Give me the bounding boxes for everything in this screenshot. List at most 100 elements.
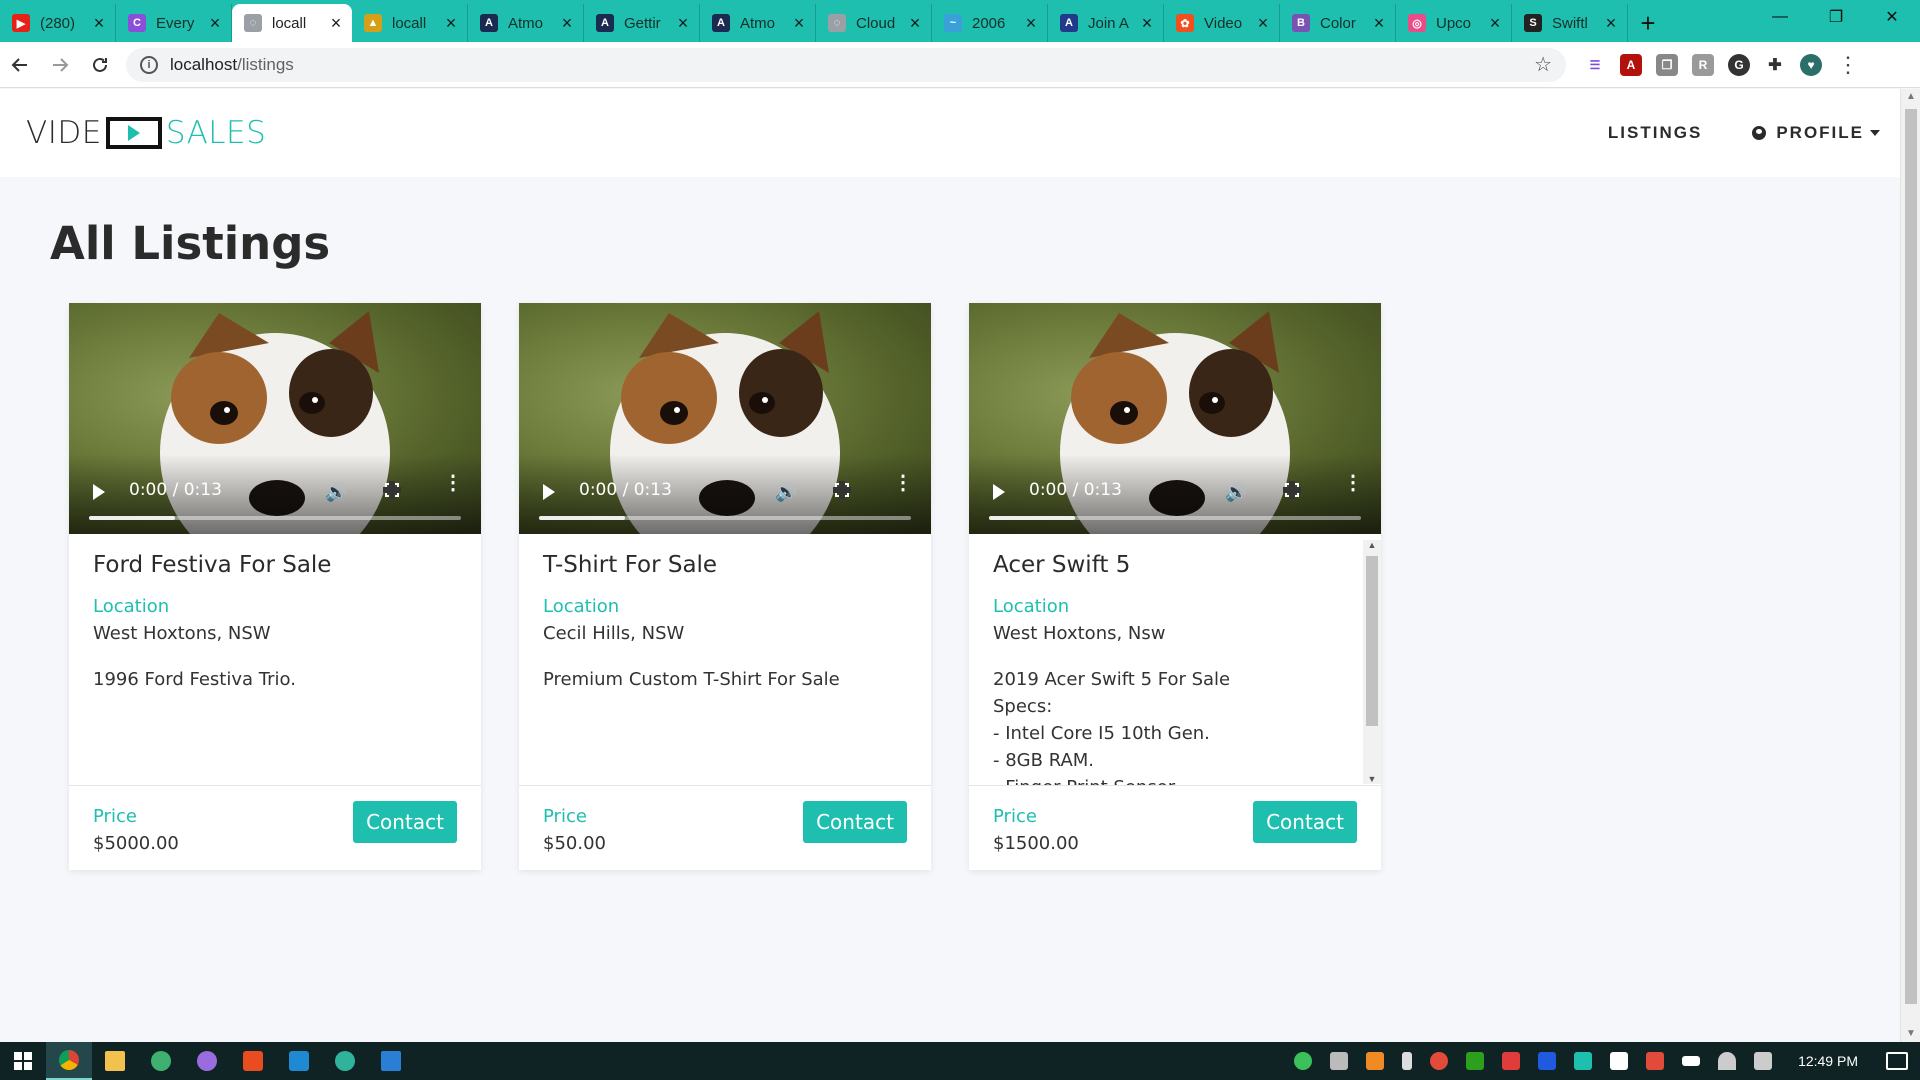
video-progress-bar[interactable]: [89, 516, 461, 520]
scroll-up-arrow-icon[interactable]: ▲: [1363, 540, 1381, 550]
taskbar-app-teal[interactable]: [322, 1042, 368, 1080]
bookmark-star-icon[interactable]: ☆: [1534, 52, 1552, 77]
close-tab-icon[interactable]: ×: [1139, 14, 1155, 32]
notification-center-icon[interactable]: [1886, 1052, 1908, 1070]
browser-tab[interactable]: ▲ locall ×: [352, 4, 468, 42]
minimize-button[interactable]: —: [1752, 0, 1808, 34]
close-tab-icon[interactable]: ×: [1487, 14, 1503, 32]
listing-video[interactable]: 0:00 / 0:13 🔊 ⋮: [69, 303, 481, 534]
menu-extension-icon[interactable]: ☰: [1584, 53, 1606, 76]
listing-video[interactable]: 0:00 / 0:13 🔊 ⋮: [519, 303, 931, 534]
close-tab-icon[interactable]: ×: [791, 14, 807, 32]
forward-button[interactable]: [40, 47, 80, 83]
close-window-button[interactable]: ✕: [1864, 0, 1920, 34]
close-tab-icon[interactable]: ×: [1255, 14, 1271, 32]
m-app-icon[interactable]: [1538, 1052, 1557, 1070]
restore-button[interactable]: ❐: [1808, 0, 1864, 34]
contact-button[interactable]: Contact: [1253, 801, 1357, 843]
start-button[interactable]: [0, 1042, 46, 1080]
browser-menu-icon[interactable]: ⋮: [1836, 53, 1860, 75]
taskbar-explorer[interactable]: [92, 1042, 138, 1080]
close-tab-icon[interactable]: ×: [207, 14, 223, 32]
play-icon[interactable]: [993, 484, 1005, 500]
r-extension-icon[interactable]: R: [1692, 53, 1714, 76]
printer-icon[interactable]: [1330, 1052, 1349, 1070]
scrollbar-thumb[interactable]: [1366, 556, 1378, 726]
site-logo[interactable]: VIDE SALES: [26, 115, 266, 151]
video-progress-bar[interactable]: [989, 516, 1361, 520]
nav-profile-dropdown[interactable]: PROFILE: [1752, 123, 1880, 143]
close-tab-icon[interactable]: ×: [1371, 14, 1387, 32]
battery-icon[interactable]: [1682, 1056, 1701, 1066]
tray-green-icon[interactable]: [1294, 1052, 1313, 1070]
scroll-down-arrow-icon[interactable]: ▼: [1901, 1026, 1920, 1042]
browser-tab[interactable]: ◎ Upco ×: [1396, 4, 1512, 42]
fullscreen-icon[interactable]: [1283, 481, 1301, 499]
nav-listings-link[interactable]: LISTINGS: [1608, 123, 1702, 143]
wifi-icon[interactable]: [1718, 1052, 1737, 1070]
volume-muted-icon[interactable]: [1754, 1052, 1773, 1070]
scroll-down-arrow-icon[interactable]: ▼: [1363, 774, 1381, 784]
taskbar-chrome[interactable]: [46, 1042, 92, 1080]
volume-icon[interactable]: 🔊: [325, 482, 347, 503]
close-tab-icon[interactable]: ×: [675, 14, 691, 32]
taskbar-app-purple[interactable]: [184, 1042, 230, 1080]
taskbar-vscode[interactable]: [276, 1042, 322, 1080]
browser-tab[interactable]: A Gettir ×: [584, 4, 700, 42]
close-tab-icon[interactable]: ×: [91, 14, 107, 32]
close-tab-icon[interactable]: ×: [1023, 14, 1039, 32]
taskbar-clock[interactable]: 12:49 PM: [1798, 1053, 1858, 1069]
more-options-icon[interactable]: ⋮: [1343, 473, 1363, 493]
browser-tab[interactable]: S Swiftl ×: [1512, 4, 1628, 42]
puzzle-extensions-icon[interactable]: ✚: [1764, 53, 1786, 76]
new-tab-button[interactable]: +: [1628, 4, 1668, 42]
listing-video[interactable]: 0:00 / 0:13 🔊 ⋮: [969, 303, 1381, 534]
contact-button[interactable]: Contact: [353, 801, 457, 843]
browser-tab[interactable]: A Atmo ×: [700, 4, 816, 42]
scroll-up-arrow-icon[interactable]: ▲: [1901, 89, 1920, 105]
browser-tab[interactable]: A Join A ×: [1048, 4, 1164, 42]
browser-tab[interactable]: A Atmo ×: [468, 4, 584, 42]
address-bar[interactable]: i localhost /listings ☆: [126, 47, 1566, 82]
back-button[interactable]: [0, 47, 40, 83]
copy-extension-icon[interactable]: ❐: [1656, 53, 1678, 76]
teal-tray-icon[interactable]: [1574, 1052, 1593, 1070]
close-tab-icon[interactable]: ×: [443, 14, 459, 32]
scrollbar-thumb[interactable]: [1905, 109, 1917, 1004]
fullscreen-icon[interactable]: [383, 481, 401, 499]
description-scrollbar[interactable]: ▲ ▼: [1363, 540, 1381, 784]
browser-tab[interactable]: B Color ×: [1280, 4, 1396, 42]
volume-icon[interactable]: 🔊: [775, 482, 797, 503]
taskbar-app-green[interactable]: [138, 1042, 184, 1080]
usb-icon[interactable]: [1402, 1052, 1413, 1070]
taskbar-office[interactable]: [230, 1042, 276, 1080]
taskbar-photos[interactable]: [368, 1042, 414, 1080]
play-icon[interactable]: [93, 484, 105, 500]
defender-icon[interactable]: [1610, 1052, 1629, 1070]
contact-button[interactable]: Contact: [803, 801, 907, 843]
fullscreen-icon[interactable]: [833, 481, 851, 499]
upwork-icon[interactable]: [1466, 1052, 1485, 1070]
close-tab-icon[interactable]: ×: [907, 14, 923, 32]
close-tab-icon[interactable]: ×: [1603, 14, 1619, 32]
browser-tab[interactable]: ~2006 ×: [932, 4, 1048, 42]
pdf-extension-icon[interactable]: A: [1620, 53, 1642, 76]
grammarly-extension-icon[interactable]: G: [1728, 53, 1750, 76]
page-scrollbar[interactable]: ▲ ▼: [1900, 89, 1920, 1042]
browser-tab[interactable]: ◌ Cloud ×: [816, 4, 932, 42]
browser-tab[interactable]: ◌ locall ×: [232, 4, 352, 42]
close-tab-icon[interactable]: ×: [559, 14, 575, 32]
cloud-tray-icon[interactable]: [1430, 1052, 1449, 1070]
more-options-icon[interactable]: ⋮: [893, 473, 913, 493]
shield-tray-icon[interactable]: [1502, 1052, 1521, 1070]
play-icon[interactable]: [543, 484, 555, 500]
reload-button[interactable]: [80, 47, 120, 83]
video-progress-bar[interactable]: [539, 516, 911, 520]
more-options-icon[interactable]: ⋮: [443, 473, 463, 493]
tray-red-icon[interactable]: [1646, 1052, 1665, 1070]
browser-tab[interactable]: ✿ Video ×: [1164, 4, 1280, 42]
site-info-icon[interactable]: i: [140, 55, 158, 74]
volume-icon[interactable]: 🔊: [1225, 482, 1247, 503]
avatar[interactable]: ♥: [1800, 53, 1822, 76]
browser-tab[interactable]: ▶ (280) ×: [0, 4, 116, 42]
